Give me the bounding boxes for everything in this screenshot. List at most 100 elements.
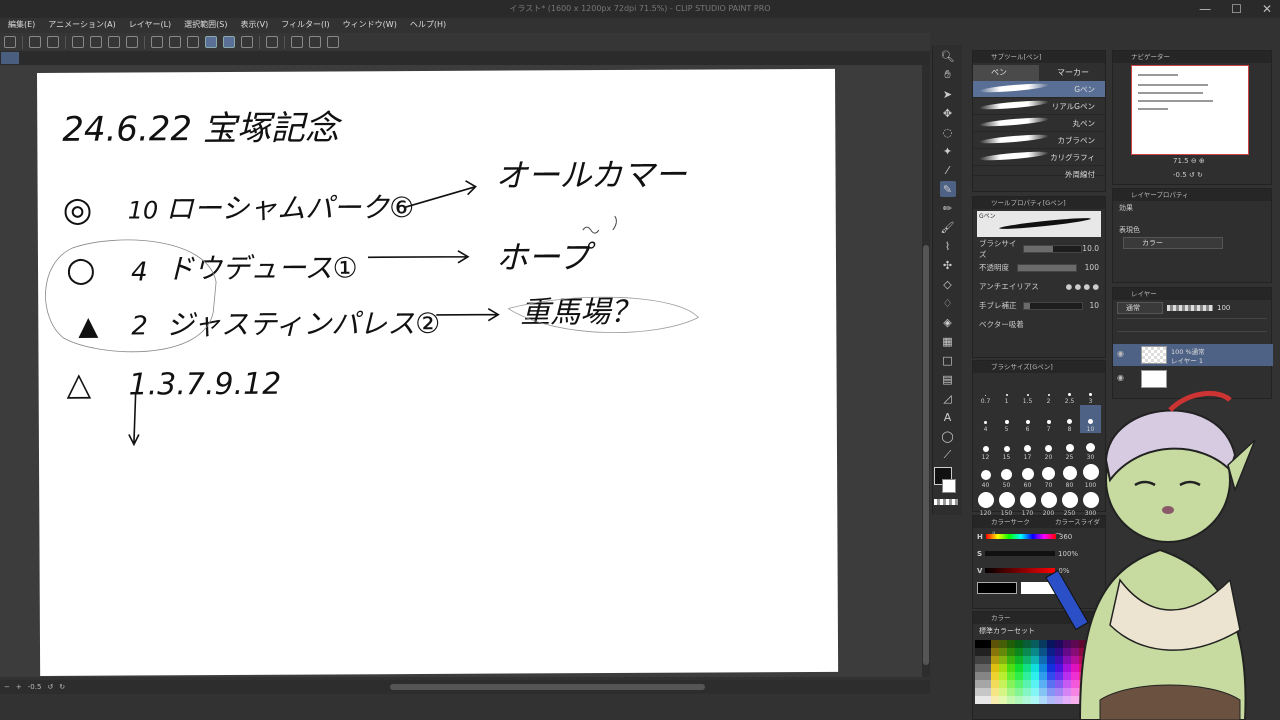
brush-size-option[interactable]: 4 bbox=[975, 405, 996, 433]
maximize-icon[interactable]: ☐ bbox=[1231, 0, 1242, 18]
color-swatch[interactable] bbox=[1023, 680, 1031, 688]
reference-layer-icon[interactable] bbox=[266, 36, 278, 48]
brush-item[interactable]: カブラペン bbox=[973, 132, 1105, 149]
opacity-slider[interactable] bbox=[1016, 263, 1077, 272]
opacity-row[interactable]: 不透明度 100 bbox=[973, 258, 1105, 277]
ruler-tool-icon[interactable]: ◿ bbox=[940, 390, 956, 406]
brush-size-option[interactable]: 6 bbox=[1017, 405, 1038, 433]
expand-selection-icon[interactable] bbox=[187, 36, 199, 48]
color-swatch[interactable] bbox=[1015, 696, 1023, 704]
stabilization-slider[interactable] bbox=[1022, 301, 1083, 310]
blend-tool-icon[interactable]: ♢ bbox=[940, 295, 956, 311]
color-swatch[interactable] bbox=[1031, 664, 1039, 672]
color-swatch[interactable] bbox=[999, 672, 1007, 680]
color-swatch[interactable] bbox=[975, 696, 983, 704]
print-icon[interactable] bbox=[4, 36, 16, 48]
color-swatch[interactable] bbox=[975, 640, 983, 648]
correct-line-icon[interactable]: ⟋ bbox=[940, 447, 956, 463]
color-swatch[interactable] bbox=[991, 672, 999, 680]
main-color-preview[interactable] bbox=[977, 582, 1017, 594]
minimize-icon[interactable]: — bbox=[1199, 0, 1211, 18]
color-swatch[interactable] bbox=[1031, 680, 1039, 688]
color-chips[interactable] bbox=[934, 467, 958, 505]
tab-pen[interactable]: ペン bbox=[973, 65, 1039, 81]
brush-item[interactable]: 丸ペン bbox=[973, 115, 1105, 132]
navigator-angle[interactable]: -0.5 bbox=[1173, 171, 1187, 179]
redo-icon[interactable] bbox=[47, 36, 59, 48]
invert-selection-icon[interactable] bbox=[169, 36, 181, 48]
color-swatch[interactable] bbox=[999, 664, 1007, 672]
sub-color-chip[interactable] bbox=[942, 479, 956, 493]
close-icon[interactable]: ✕ bbox=[1262, 0, 1272, 18]
menu-view[interactable]: 表示(V) bbox=[241, 18, 269, 32]
brush-tool-icon[interactable]: 🖌︎ bbox=[940, 219, 956, 235]
color-swatch[interactable] bbox=[991, 648, 999, 656]
color-swatch[interactable] bbox=[1007, 696, 1015, 704]
color-swatch[interactable] bbox=[1031, 688, 1039, 696]
figure-tool-icon[interactable]: □ bbox=[940, 352, 956, 368]
zoom-out-icon[interactable]: − bbox=[4, 683, 10, 691]
color-swatch[interactable] bbox=[983, 696, 991, 704]
menu-edit[interactable]: 編集(E) bbox=[8, 18, 35, 32]
rotate-right-icon[interactable]: ↻ bbox=[59, 683, 65, 691]
settings-icon[interactable] bbox=[309, 36, 321, 48]
deselect-icon[interactable] bbox=[151, 36, 163, 48]
hand-tool-icon[interactable]: ✋︎ bbox=[940, 67, 956, 83]
object-tool-icon[interactable]: ➤ bbox=[940, 86, 956, 102]
vertical-scrollbar[interactable] bbox=[922, 65, 930, 677]
color-swatch[interactable] bbox=[999, 680, 1007, 688]
brush-item[interactable]: リアルGペン bbox=[973, 98, 1105, 115]
brush-item[interactable]: Gペン bbox=[973, 81, 1105, 98]
rotate-left-icon[interactable]: ↺ bbox=[47, 683, 53, 691]
snap-grid-icon[interactable] bbox=[241, 36, 253, 48]
menu-window[interactable]: ウィンドウ(W) bbox=[343, 18, 397, 32]
layer-opacity[interactable]: 100 bbox=[1217, 304, 1230, 312]
eyedropper-icon[interactable]: ⁄ bbox=[940, 162, 956, 178]
color-swatch[interactable] bbox=[999, 640, 1007, 648]
blend-mode-select[interactable]: 通常 bbox=[1117, 302, 1163, 314]
canvas-tab[interactable] bbox=[1, 52, 19, 64]
color-swatch[interactable] bbox=[983, 648, 991, 656]
brush-size-slider[interactable] bbox=[1023, 244, 1083, 253]
color-swatch[interactable] bbox=[983, 656, 991, 664]
color-swatch[interactable] bbox=[983, 664, 991, 672]
color-swatch[interactable] bbox=[1023, 672, 1031, 680]
color-swatch[interactable] bbox=[1023, 648, 1031, 656]
eye-icon[interactable]: ◉ bbox=[1117, 349, 1124, 358]
brush-size-option[interactable]: 1 bbox=[996, 377, 1017, 405]
menu-filter[interactable]: フィルター(I) bbox=[281, 18, 329, 32]
zoom-value[interactable]: -0.5 bbox=[28, 683, 42, 691]
color-swatch[interactable] bbox=[1007, 664, 1015, 672]
color-swatch[interactable] bbox=[1023, 696, 1031, 704]
clear-outside-icon[interactable] bbox=[90, 36, 102, 48]
eraser-icon[interactable]: ◇ bbox=[940, 276, 956, 292]
balloon-tool-icon[interactable]: ◯ bbox=[940, 428, 956, 444]
pen-tool-icon[interactable]: ✎ bbox=[939, 181, 956, 197]
tab-color-circle[interactable]: カラーサークル bbox=[991, 516, 1035, 538]
brush-size-option[interactable]: 60 bbox=[1017, 461, 1038, 489]
color-swatch[interactable] bbox=[999, 688, 1007, 696]
snap-special-ruler-icon[interactable] bbox=[223, 36, 235, 48]
opacity-bar[interactable] bbox=[1167, 305, 1213, 311]
color-swatch[interactable] bbox=[1031, 656, 1039, 664]
menu-list-icon[interactable] bbox=[327, 36, 339, 48]
color-swatch[interactable] bbox=[983, 672, 991, 680]
color-swatch[interactable] bbox=[1007, 640, 1015, 648]
menu-help[interactable]: ヘルプ(H) bbox=[410, 18, 446, 32]
color-swatch[interactable] bbox=[975, 680, 983, 688]
transparent-chip[interactable] bbox=[934, 499, 958, 505]
color-swatch[interactable] bbox=[1015, 656, 1023, 664]
brush-size-option[interactable]: 40 bbox=[975, 461, 996, 489]
fill-icon[interactable] bbox=[108, 36, 120, 48]
pencil-tool-icon[interactable]: ✏︎ bbox=[940, 200, 956, 216]
drawing-canvas[interactable]: 24.6.22 宝塚記念 ◎ 10 ローシャムパーク⑥ オールカマー ○ 4 ド… bbox=[37, 68, 839, 676]
color-swatch[interactable] bbox=[975, 648, 983, 656]
brush-size-row[interactable]: ブラシサイズ 10.0 bbox=[973, 239, 1105, 259]
brush-size-option[interactable]: 17 bbox=[1017, 433, 1038, 461]
airbrush-icon[interactable]: ⌇ bbox=[940, 238, 956, 254]
navigator-thumbnail[interactable] bbox=[1131, 65, 1249, 155]
lasso-tool-icon[interactable]: ◌ bbox=[940, 124, 956, 140]
color-swatch[interactable] bbox=[991, 640, 999, 648]
color-swatch[interactable] bbox=[991, 696, 999, 704]
antialias-row[interactable]: アンチエイリアス ● ● ● ● bbox=[973, 277, 1105, 296]
